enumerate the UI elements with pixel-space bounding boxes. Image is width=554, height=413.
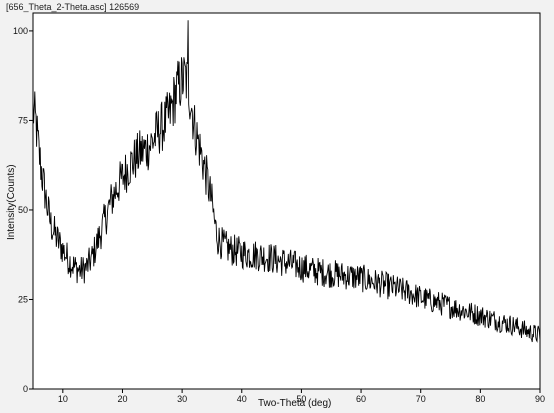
y-tick-label: 75 — [18, 115, 28, 125]
x-tick-label: 60 — [356, 394, 366, 404]
y-tick-label: 100 — [13, 26, 28, 36]
x-axis-label: Two-Theta (deg) — [258, 398, 332, 409]
x-tick-label: 90 — [535, 394, 545, 404]
x-tick-label: 80 — [475, 394, 485, 404]
x-tick-label: 30 — [177, 394, 187, 404]
chart-window: [656_Theta_2-Theta.asc] 126569 0 25 50 75 10… — [0, 0, 554, 413]
y-tick-label: 25 — [18, 294, 28, 304]
x-tick-label: 70 — [416, 394, 426, 404]
x-tick-label: 40 — [237, 394, 247, 404]
y-axis-label: Intensity(Counts) — [6, 164, 17, 240]
x-tick-label: 20 — [117, 394, 127, 404]
y-tick-label: 0 — [23, 384, 28, 394]
xrd-plot: 0255075100 10 20 30 40 50 60 70 80 90 — [13, 12, 545, 404]
y-tick-label: 50 — [18, 205, 28, 215]
x-tick-label: 10 — [58, 394, 68, 404]
